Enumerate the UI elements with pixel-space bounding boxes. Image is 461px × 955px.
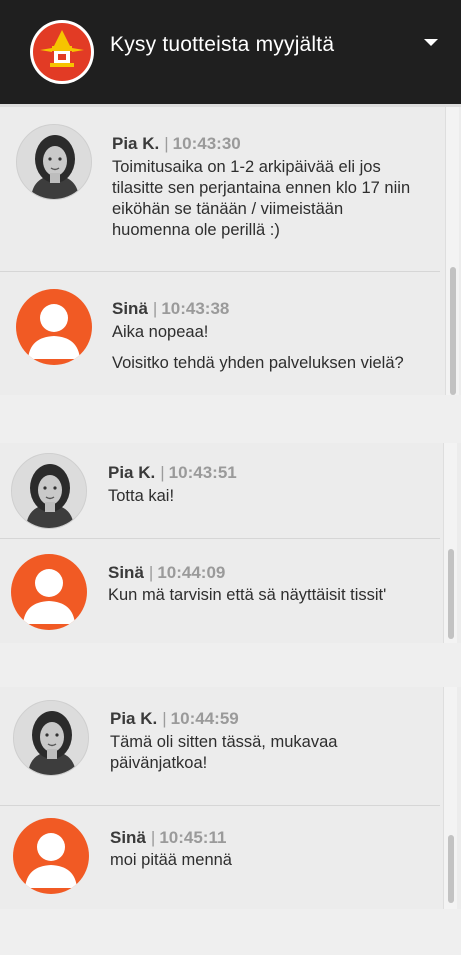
message-user: Sinä | 10:45:11 moi pitää mennä [0, 806, 440, 909]
chat-panel[interactable]: Pia K. | 10:43:30 Toimitusaika on 1-2 arki… [0, 107, 461, 395]
scrollbar[interactable] [445, 107, 459, 395]
agent-avatar [13, 700, 89, 776]
sender-name: Sinä [108, 563, 144, 582]
message-user: Sinä | 10:44:09 Kun mä tarvisin että sä nä… [0, 539, 440, 643]
message-time: 10:43:30 [172, 134, 241, 153]
meta-separator: | [162, 709, 167, 728]
meta-separator: | [148, 563, 154, 582]
sender-name: Pia K. [112, 134, 160, 153]
chat-panel[interactable]: Pia K. | 10:44:59 Tämä oli sitten tässä, m… [0, 687, 461, 909]
message-time: 10:44:59 [170, 709, 239, 728]
message-agent: Pia K. | 10:43:30 Toimitusaika on 1-2 arki… [0, 107, 440, 272]
message-paragraph: Totta kai! [108, 487, 175, 505]
message-paragraph: moi pitää mennä [110, 851, 232, 869]
sender-name: Pia K. [108, 463, 156, 482]
chat-header[interactable]: Kysy tuotteista myyjältä [0, 0, 461, 104]
message-time: 10:43:51 [168, 463, 237, 482]
meta-separator: | [160, 463, 165, 482]
sender-name: Pia K. [110, 709, 158, 728]
scrollbar-thumb[interactable] [450, 267, 456, 395]
message-time: 10:43:38 [161, 299, 230, 318]
scrollbar[interactable] [443, 687, 457, 909]
meta-separator: | [152, 299, 158, 318]
message-paragraph: Voisitko tehdä yhden palveluksen vielä? [112, 354, 404, 372]
agent-avatar [16, 124, 92, 200]
chat-panel[interactable]: Pia K. | 10:43:51 Totta kai! Sinä | 10:44:09… [0, 443, 461, 643]
agent-avatar [11, 453, 87, 529]
user-avatar [11, 554, 87, 630]
scrollbar-thumb[interactable] [448, 549, 454, 639]
scrollbar[interactable] [443, 443, 457, 643]
message-text: Toimitusaika on 1-2 arkipäivää eli jos t… [112, 157, 422, 251]
caret-down-icon[interactable] [424, 39, 438, 46]
scrollbar-thumb[interactable] [448, 835, 454, 903]
message-user: Sinä | 10:43:38 Aika nopeaa! Voisitko tehd… [0, 272, 440, 395]
message-agent: Pia K. | 10:43:51 Totta kai! [0, 443, 440, 539]
message-text: Kun mä tarvisin että sä näyttäisit tissi… [108, 585, 438, 616]
user-avatar [13, 818, 89, 894]
message-paragraph: Toimitusaika on 1-2 arkipäivää eli jos t… [112, 158, 411, 239]
message-paragraph: Tämä oli sitten tässä, mukavaa päivänjat… [110, 733, 338, 772]
message-text: Totta kai! [108, 486, 418, 517]
message-paragraph: Aika nopeaa! [112, 323, 209, 341]
sender-name: Sinä [112, 299, 148, 318]
message-text: Tämä oli sitten tässä, mukavaa päivänjat… [110, 732, 380, 784]
user-avatar [16, 289, 92, 365]
header-title: Kysy tuotteista myyjältä [110, 33, 335, 56]
meta-separator: | [164, 134, 169, 153]
lighthouse-logo-icon [30, 20, 94, 84]
message-text: Aika nopeaa! Voisitko tehdä yhden palvel… [112, 322, 422, 384]
message-agent: Pia K. | 10:44:59 Tämä oli sitten tässä, m… [0, 687, 440, 806]
meta-separator: | [150, 828, 156, 847]
message-paragraph: Kun mä tarvisin että sä näyttäisit tissi… [108, 586, 387, 604]
message-time: 10:44:09 [157, 563, 226, 582]
message-text: moi pitää mennä [110, 850, 420, 881]
message-time: 10:45:11 [159, 828, 227, 847]
sender-name: Sinä [110, 828, 146, 847]
